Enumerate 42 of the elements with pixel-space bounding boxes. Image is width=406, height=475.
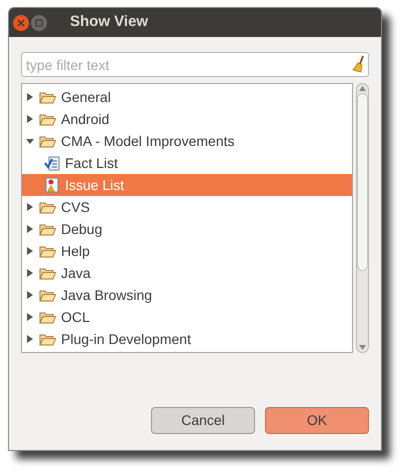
collapsed-arrow-icon[interactable] — [26, 92, 35, 102]
tree-item[interactable]: Android — [22, 108, 352, 130]
tree-item[interactable]: General — [22, 86, 352, 108]
close-icon[interactable] — [13, 14, 29, 30]
tree-item[interactable]: CMA - Model Improvements — [22, 130, 352, 152]
scroll-down-icon[interactable] — [359, 345, 366, 350]
scrollbar[interactable] — [356, 83, 369, 353]
collapsed-arrow-icon[interactable] — [26, 224, 35, 234]
folder-icon — [39, 134, 56, 148]
collapsed-arrow-icon[interactable] — [26, 290, 35, 300]
collapsed-arrow-icon[interactable] — [26, 312, 35, 322]
folder-icon — [39, 332, 56, 346]
folder-icon — [39, 200, 56, 214]
ok-button[interactable]: OK — [265, 407, 369, 434]
folder-icon — [39, 266, 56, 280]
collapsed-arrow-icon[interactable] — [26, 114, 35, 124]
tree-item[interactable]: Java — [22, 262, 352, 284]
window-title: Show View — [70, 12, 148, 32]
expanded-arrow-icon[interactable] — [26, 136, 35, 146]
folder-icon — [39, 222, 56, 236]
tree-item[interactable]: Help — [22, 240, 352, 262]
collapsed-arrow-icon[interactable] — [26, 202, 35, 212]
tree-item[interactable]: OCL — [22, 306, 352, 328]
folder-icon — [39, 112, 56, 126]
folder-icon — [39, 310, 56, 324]
collapsed-arrow-icon[interactable] — [26, 334, 35, 344]
folder-icon — [39, 90, 56, 104]
tree-item[interactable]: CVS — [22, 196, 352, 218]
scroll-up-icon[interactable] — [359, 86, 366, 91]
broom-icon[interactable] — [352, 55, 366, 73]
folder-icon — [39, 288, 56, 302]
issue-list-icon — [44, 177, 60, 193]
cancel-button[interactable]: Cancel — [151, 407, 255, 434]
checklist-icon — [44, 155, 60, 171]
tree-item[interactable]: Plug-in Development — [22, 328, 352, 350]
tree-item[interactable]: Java Browsing — [22, 284, 352, 306]
collapsed-arrow-icon[interactable] — [26, 246, 35, 256]
tree-item[interactable]: Fact List — [22, 152, 352, 174]
tree-item[interactable]: Debug — [22, 218, 352, 240]
folder-icon — [39, 244, 56, 258]
collapsed-arrow-icon[interactable] — [26, 268, 35, 278]
filter-field[interactable]: type filter text — [21, 52, 369, 77]
